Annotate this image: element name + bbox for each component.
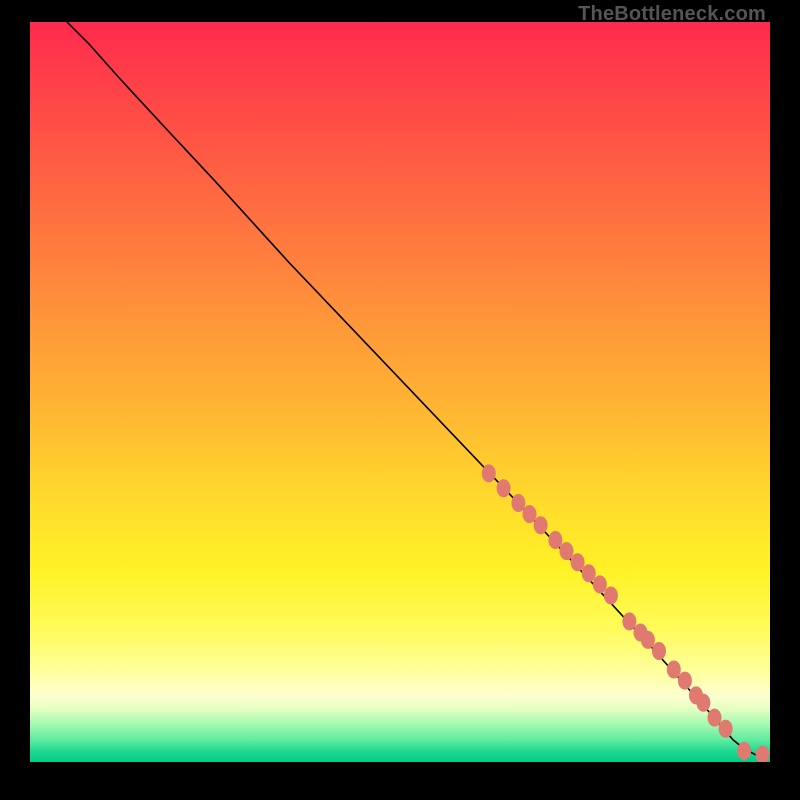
data-point [678,672,692,690]
chart-area [30,22,770,762]
data-point [641,631,655,649]
data-point [604,587,618,605]
data-point [667,661,681,679]
data-point [652,642,666,660]
data-point [719,720,733,738]
data-point [737,742,751,760]
data-point [696,694,710,712]
data-point [582,564,596,582]
data-point [708,709,722,727]
data-point [523,505,537,523]
data-point [548,531,562,549]
data-point [756,746,770,762]
marker-layer [482,464,770,762]
data-point [482,464,496,482]
data-point [622,612,636,630]
data-point [593,575,607,593]
data-point [497,479,511,497]
data-point [511,494,525,512]
chart-svg [30,22,770,762]
data-point [534,516,548,534]
data-point [571,553,585,571]
data-point [560,542,574,560]
